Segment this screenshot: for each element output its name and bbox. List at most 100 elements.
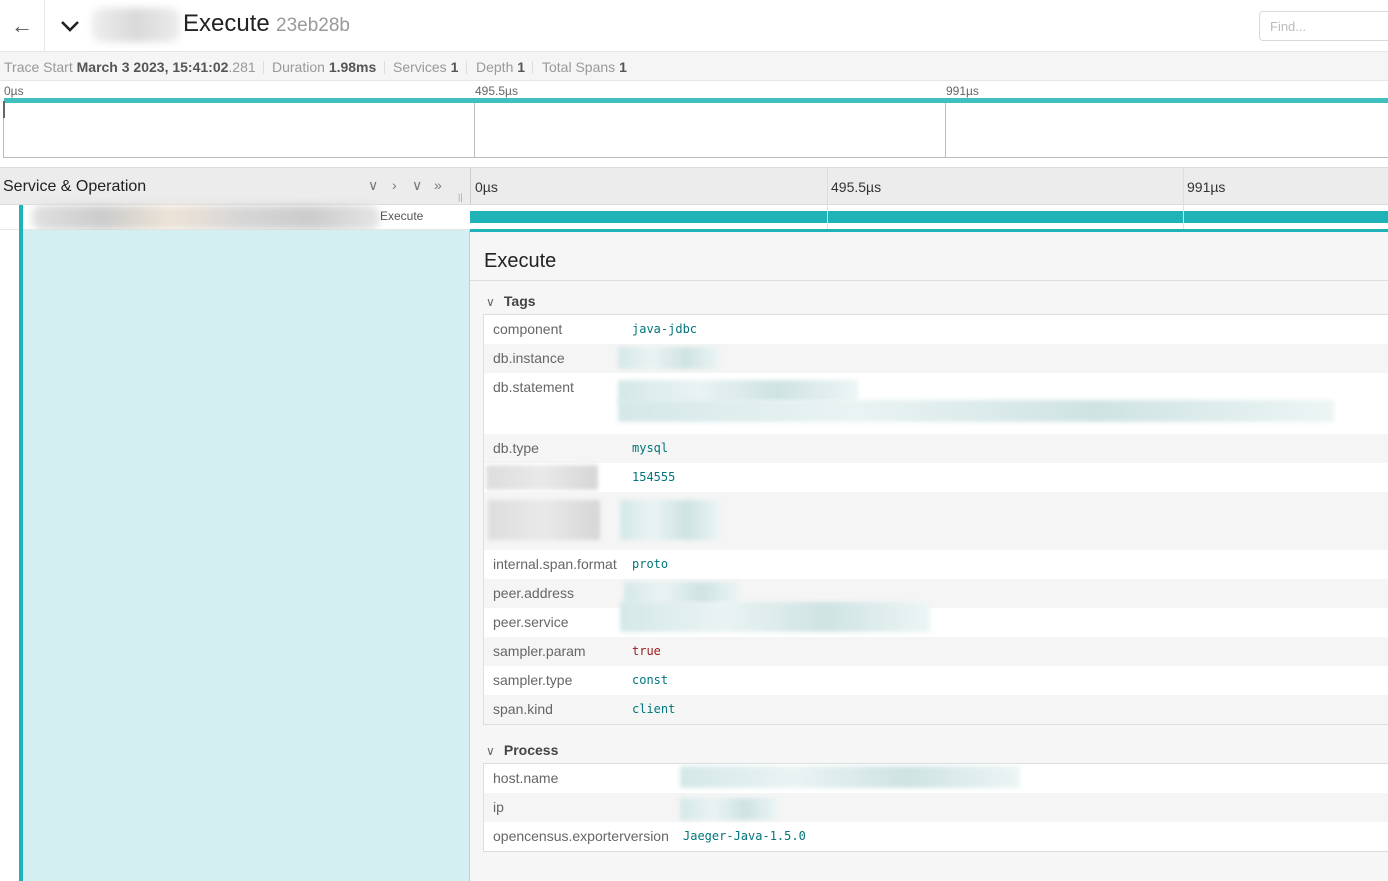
tag-key: span.kind	[493, 701, 553, 717]
tag-row: db.type mysql	[484, 434, 1388, 463]
timeline-tick: 0µs	[475, 179, 498, 195]
tag-key: peer.address	[493, 585, 574, 601]
tag-value[interactable]: mysql	[632, 441, 668, 455]
span-service-name-redacted	[32, 205, 380, 230]
tags-table: component java-jdbc db.instance db.state…	[483, 314, 1388, 725]
tag-row: sampler.param true	[484, 637, 1388, 666]
tag-row	[484, 492, 1388, 550]
trace-header: ← Execute 23eb28b	[0, 0, 1388, 52]
tag-value[interactable]: client	[632, 702, 675, 716]
back-arrow-icon[interactable]: ←	[0, 0, 45, 52]
tag-key: sampler.param	[493, 643, 586, 659]
minimap-gridline	[945, 103, 946, 157]
span-operation-name: Execute	[380, 209, 424, 223]
timeline-header: Service & Operation ∨ › ∨​ » || 0µs 495.…	[0, 167, 1388, 206]
redacted-value	[680, 798, 778, 820]
tag-value[interactable]: 154555	[632, 470, 675, 484]
service-name-redacted	[92, 8, 180, 42]
redacted-value	[680, 766, 1020, 788]
tag-key: db.type	[493, 440, 539, 456]
process-row: ip	[484, 793, 1388, 822]
process-key: opencensus.exporterversion	[493, 828, 669, 844]
divider	[470, 280, 1388, 281]
expand-all-icon[interactable]: »	[434, 177, 442, 193]
chevron-down-icon: ∨	[486, 744, 495, 758]
redacted-value	[618, 400, 1334, 422]
divider	[532, 61, 533, 74]
trace-id: 23eb28b	[276, 15, 350, 36]
tag-row: 154555	[484, 463, 1388, 492]
redacted-value	[618, 347, 720, 369]
process-row: host.name	[484, 764, 1388, 793]
page-title: Execute	[183, 10, 270, 37]
minimap-gridline	[474, 103, 475, 157]
tag-key: peer.service	[493, 614, 569, 630]
tag-value[interactable]: const	[632, 673, 668, 687]
divider	[263, 61, 264, 74]
span-duration-bar[interactable]	[470, 211, 1388, 223]
process-section-toggle[interactable]: ∨ Process	[486, 742, 558, 758]
tag-key: internal.span.format	[493, 556, 617, 572]
span-row[interactable]: Execute	[0, 205, 1388, 230]
span-gridline	[1183, 205, 1184, 230]
tag-row: sampler.type const	[484, 666, 1388, 695]
tag-key: db.statement	[493, 379, 574, 395]
tag-value[interactable]: java-jdbc	[632, 322, 697, 336]
process-table: host.name ip opencensus.exporterversion …	[483, 763, 1388, 852]
span-detail-left	[0, 230, 470, 881]
minimap-tick: 0µs	[4, 84, 24, 98]
tag-row: component java-jdbc	[484, 315, 1388, 344]
duration: Duration 1.98ms	[272, 59, 377, 75]
divider	[466, 61, 467, 74]
span-detail-background	[23, 230, 470, 881]
redacted-value	[618, 380, 858, 402]
minimap-tick: 991µs	[946, 84, 979, 98]
redacted-key	[486, 465, 598, 490]
minimap-drag-handle[interactable]	[3, 101, 5, 118]
tag-key: sampler.type	[493, 672, 573, 688]
chevron-down-icon: ∨	[486, 295, 495, 309]
span-service-color	[19, 205, 23, 230]
collapse-one-icon[interactable]: ∨	[368, 177, 378, 194]
span-detail-title: Execute	[484, 250, 557, 272]
process-key: host.name	[493, 770, 559, 786]
tag-value[interactable]: true	[632, 644, 661, 658]
tag-key: db.instance	[493, 350, 565, 366]
service-operation-header: Service & Operation	[3, 178, 147, 195]
tag-row: db.statement	[484, 373, 1388, 434]
tag-row: peer.service	[484, 602, 1388, 637]
total-spans-count: Total Spans 1	[542, 59, 627, 75]
expand-one-icon[interactable]: ›	[392, 177, 397, 193]
timeline-tick: 495.5µs	[831, 179, 882, 195]
minimap-viewport[interactable]	[3, 103, 1388, 158]
span-gridline	[827, 205, 828, 230]
redacted-key	[488, 500, 600, 540]
tag-row: db.instance	[484, 344, 1388, 373]
divider	[384, 61, 385, 74]
services-count: Services 1	[393, 59, 459, 75]
collapse-all-icon[interactable]: ∨​	[412, 177, 422, 194]
tag-row: span.kind client	[484, 695, 1388, 724]
process-value[interactable]: Jaeger-Java-1.5.0	[683, 829, 806, 843]
depth-count: Depth 1	[476, 59, 526, 75]
tag-value[interactable]: proto	[632, 557, 668, 571]
column-resizer-icon[interactable]: ||	[458, 192, 463, 202]
redacted-value	[624, 582, 740, 604]
redacted-value	[620, 500, 720, 540]
span-detail-panel: Execute ∨ Tags component java-jdbc db.in…	[470, 229, 1388, 881]
chevron-down-icon[interactable]	[56, 12, 84, 40]
trace-minimap[interactable]: 0µs 495.5µs 991µs	[0, 82, 1388, 159]
minimap-tick: 495.5µs	[475, 84, 518, 98]
tag-row: internal.span.format proto	[484, 550, 1388, 579]
timeline-tick: 991µs	[1187, 179, 1226, 195]
process-row: opencensus.exporterversion Jaeger-Java-1…	[484, 822, 1388, 851]
column-divider[interactable]	[470, 168, 471, 206]
find-input[interactable]	[1259, 11, 1388, 41]
trace-start: Trace Start March 3 2023, 15:41:02.281	[4, 59, 256, 75]
process-key: ip	[493, 799, 504, 815]
tags-section-toggle[interactable]: ∨ Tags	[486, 293, 536, 309]
timeline-gridline	[1183, 168, 1184, 206]
trace-overview: Trace Start March 3 2023, 15:41:02.281 D…	[0, 52, 1388, 81]
redacted-value	[620, 602, 930, 632]
tag-key: component	[493, 321, 563, 337]
